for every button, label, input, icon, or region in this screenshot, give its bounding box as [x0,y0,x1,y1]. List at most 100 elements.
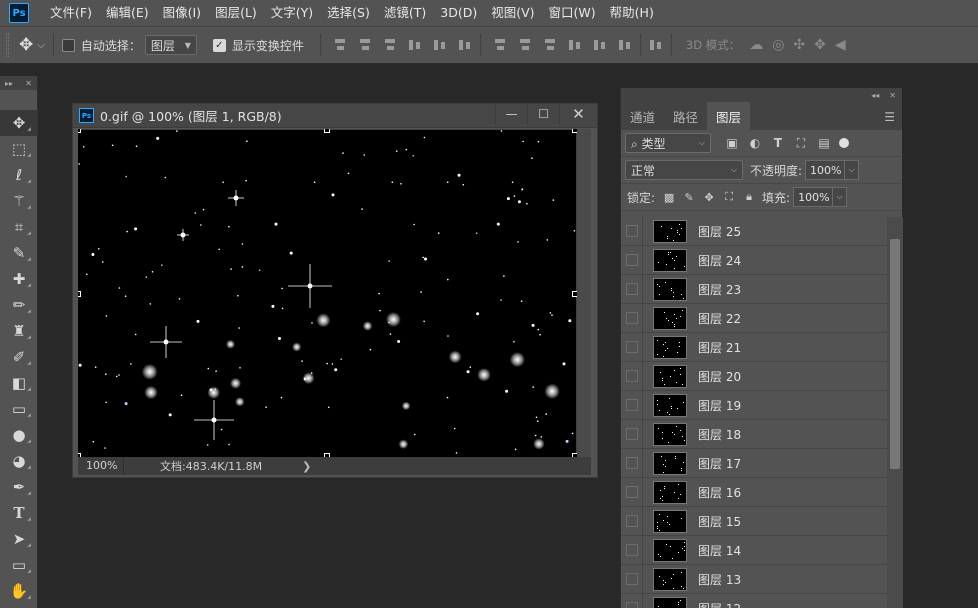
close-icon[interactable]: ✕ [889,91,896,100]
transform-handle-left[interactable] [78,291,81,297]
healing-tool[interactable]: ✚ [0,266,38,292]
stamp-tool[interactable]: ♜ [0,318,38,344]
lock-artboard-icon[interactable]: ⛶ [723,190,735,203]
tab-layers[interactable]: 图层 [707,102,751,130]
distribute-vertical-centers-icon[interactable] [518,38,532,52]
layer-visibility-toggle[interactable] [621,332,643,362]
distribute-left-icon[interactable] [568,38,582,52]
menu-3d[interactable]: 3D(D) [433,0,484,26]
align-left-edges-icon[interactable] [408,38,422,52]
layer-row[interactable]: 图层 25 [621,217,887,246]
auto-select-target-dropdown[interactable]: 图层 ▼ [144,35,197,55]
distribute-right-icon[interactable] [618,38,632,52]
layer-row[interactable]: 图层 13 [621,564,887,594]
filter-toggle-icon[interactable] [839,138,849,148]
layer-visibility-toggle[interactable] [621,535,643,565]
lock-position-icon[interactable]: ✥ [703,191,715,204]
distribute-top-icon[interactable] [493,38,507,52]
layers-scrollbar[interactable] [887,217,903,608]
path-selection-tool[interactable]: ➤ [0,526,38,552]
opacity-caret-icon[interactable]: ⌵ [845,160,860,180]
menu-view[interactable]: 视图(V) [484,0,541,26]
fill-input[interactable]: 100% [793,187,834,207]
layer-visibility-toggle[interactable] [621,245,643,275]
document-titlebar[interactable]: Ps 0.gif @ 100% (图层 1, RGB/8) — ☐ ✕ [73,103,597,128]
layer-visibility-toggle[interactable] [621,564,643,594]
tab-channels[interactable]: 通道 [621,102,664,130]
collapse-icon[interactable]: ◂◂ [871,91,879,100]
gradient-tool[interactable]: ▭ [0,396,38,422]
lasso-tool[interactable]: ℓ [0,162,38,188]
marquee-tool[interactable]: ⬚ [0,136,38,162]
layer-row[interactable]: 图层 23 [621,274,887,304]
magic-wand-tool[interactable]: ⚚ [0,188,38,214]
layer-visibility-toggle[interactable] [621,419,643,449]
menu-filter[interactable]: 滤镜(T) [377,0,433,26]
layer-visibility-toggle[interactable] [621,390,643,420]
auto-align-layers-icon[interactable] [649,38,663,52]
brush-tool[interactable]: ✏ [0,292,38,318]
lock-transparent-pixels-icon[interactable]: ▩ [663,191,675,204]
vertical-scrollbar[interactable] [577,129,591,457]
blur-tool[interactable]: ● [0,422,38,448]
lock-image-pixels-icon[interactable]: ✎ [683,191,695,204]
filter-kind-dropdown[interactable]: ⌕ 类型 ⌵ [625,133,711,153]
menu-select[interactable]: 选择(S) [320,0,377,26]
layer-row[interactable]: 图层 18 [621,419,887,449]
lock-all-icon[interactable]: 🔒︎ [743,190,755,203]
fill-caret-icon[interactable]: ⌵ [833,187,848,207]
maximize-button[interactable]: ☐ [527,103,559,124]
opacity-input[interactable]: 100% [805,160,846,180]
auto-select-checkbox[interactable] [61,38,75,52]
move-tool-icon[interactable]: ✥ [19,35,33,55]
eyedropper-tool[interactable]: ✎ [0,240,38,266]
document-canvas[interactable] [78,129,578,457]
layer-row[interactable]: 图层 21 [621,332,887,362]
layers-scrollbar-thumb[interactable] [890,239,900,469]
filter-type-icon[interactable]: T [771,136,785,150]
filter-pixel-icon[interactable]: ▣ [725,136,739,150]
align-top-edges-icon[interactable] [333,38,347,52]
transform-handle-top[interactable] [324,129,330,133]
chevron-right-icon[interactable]: ❯ [302,460,311,473]
transform-handle-top-left[interactable] [78,129,81,133]
filter-smart-object-icon[interactable]: ▤ [817,136,831,150]
close-button[interactable]: ✕ [559,103,597,124]
document-info[interactable]: 文档:483.4K/11.8M [160,458,262,474]
align-vertical-centers-icon[interactable] [358,38,372,52]
layer-row[interactable]: 图层 20 [621,361,887,391]
transform-controls-checkbox[interactable]: ✓ [212,38,226,52]
layer-visibility-toggle[interactable] [621,448,643,478]
menu-image[interactable]: 图像(I) [156,0,208,26]
menu-window[interactable]: 窗口(W) [542,0,603,26]
align-right-edges-icon[interactable] [458,38,472,52]
menu-layer[interactable]: 图层(L) [208,0,264,26]
menu-edit[interactable]: 编辑(E) [99,0,156,26]
layer-row[interactable]: 图层 16 [621,477,887,507]
zoom-level[interactable]: 100% [78,457,124,475]
tool-preset-caret-icon[interactable]: ⌵ [37,40,45,51]
eraser-tool[interactable]: ◧ [0,370,38,396]
layer-visibility-toggle[interactable] [621,477,643,507]
align-horizontal-centers-icon[interactable] [433,38,447,52]
filter-adjustment-icon[interactable]: ◐ [748,136,762,150]
hand-tool[interactable]: ✋ [0,578,38,604]
layer-row[interactable]: 图层 19 [621,390,887,420]
type-tool[interactable]: T [0,500,38,526]
layer-row[interactable]: 图层 24 [621,245,887,275]
3d-scale-icon[interactable]: ◀ [835,37,846,53]
minimize-button[interactable]: — [495,103,527,124]
panel-menu-icon[interactable]: ☰ [884,110,895,124]
history-brush-tool[interactable]: ✐ [0,344,38,370]
filter-shape-icon[interactable]: ⛶ [794,136,808,150]
options-grip[interactable] [6,33,9,57]
layer-visibility-toggle[interactable] [621,593,643,608]
dodge-tool[interactable]: ◕ [0,448,38,474]
layer-visibility-toggle[interactable] [621,217,643,246]
3d-roll-icon[interactable]: ◎ [772,37,784,53]
tab-paths[interactable]: 路径 [664,102,707,130]
layer-row[interactable]: 图层 12 [621,593,887,608]
layer-visibility-toggle[interactable] [621,361,643,391]
layer-row[interactable]: 图层 17 [621,448,887,478]
expand-icon[interactable]: ▸▸ [5,79,13,88]
